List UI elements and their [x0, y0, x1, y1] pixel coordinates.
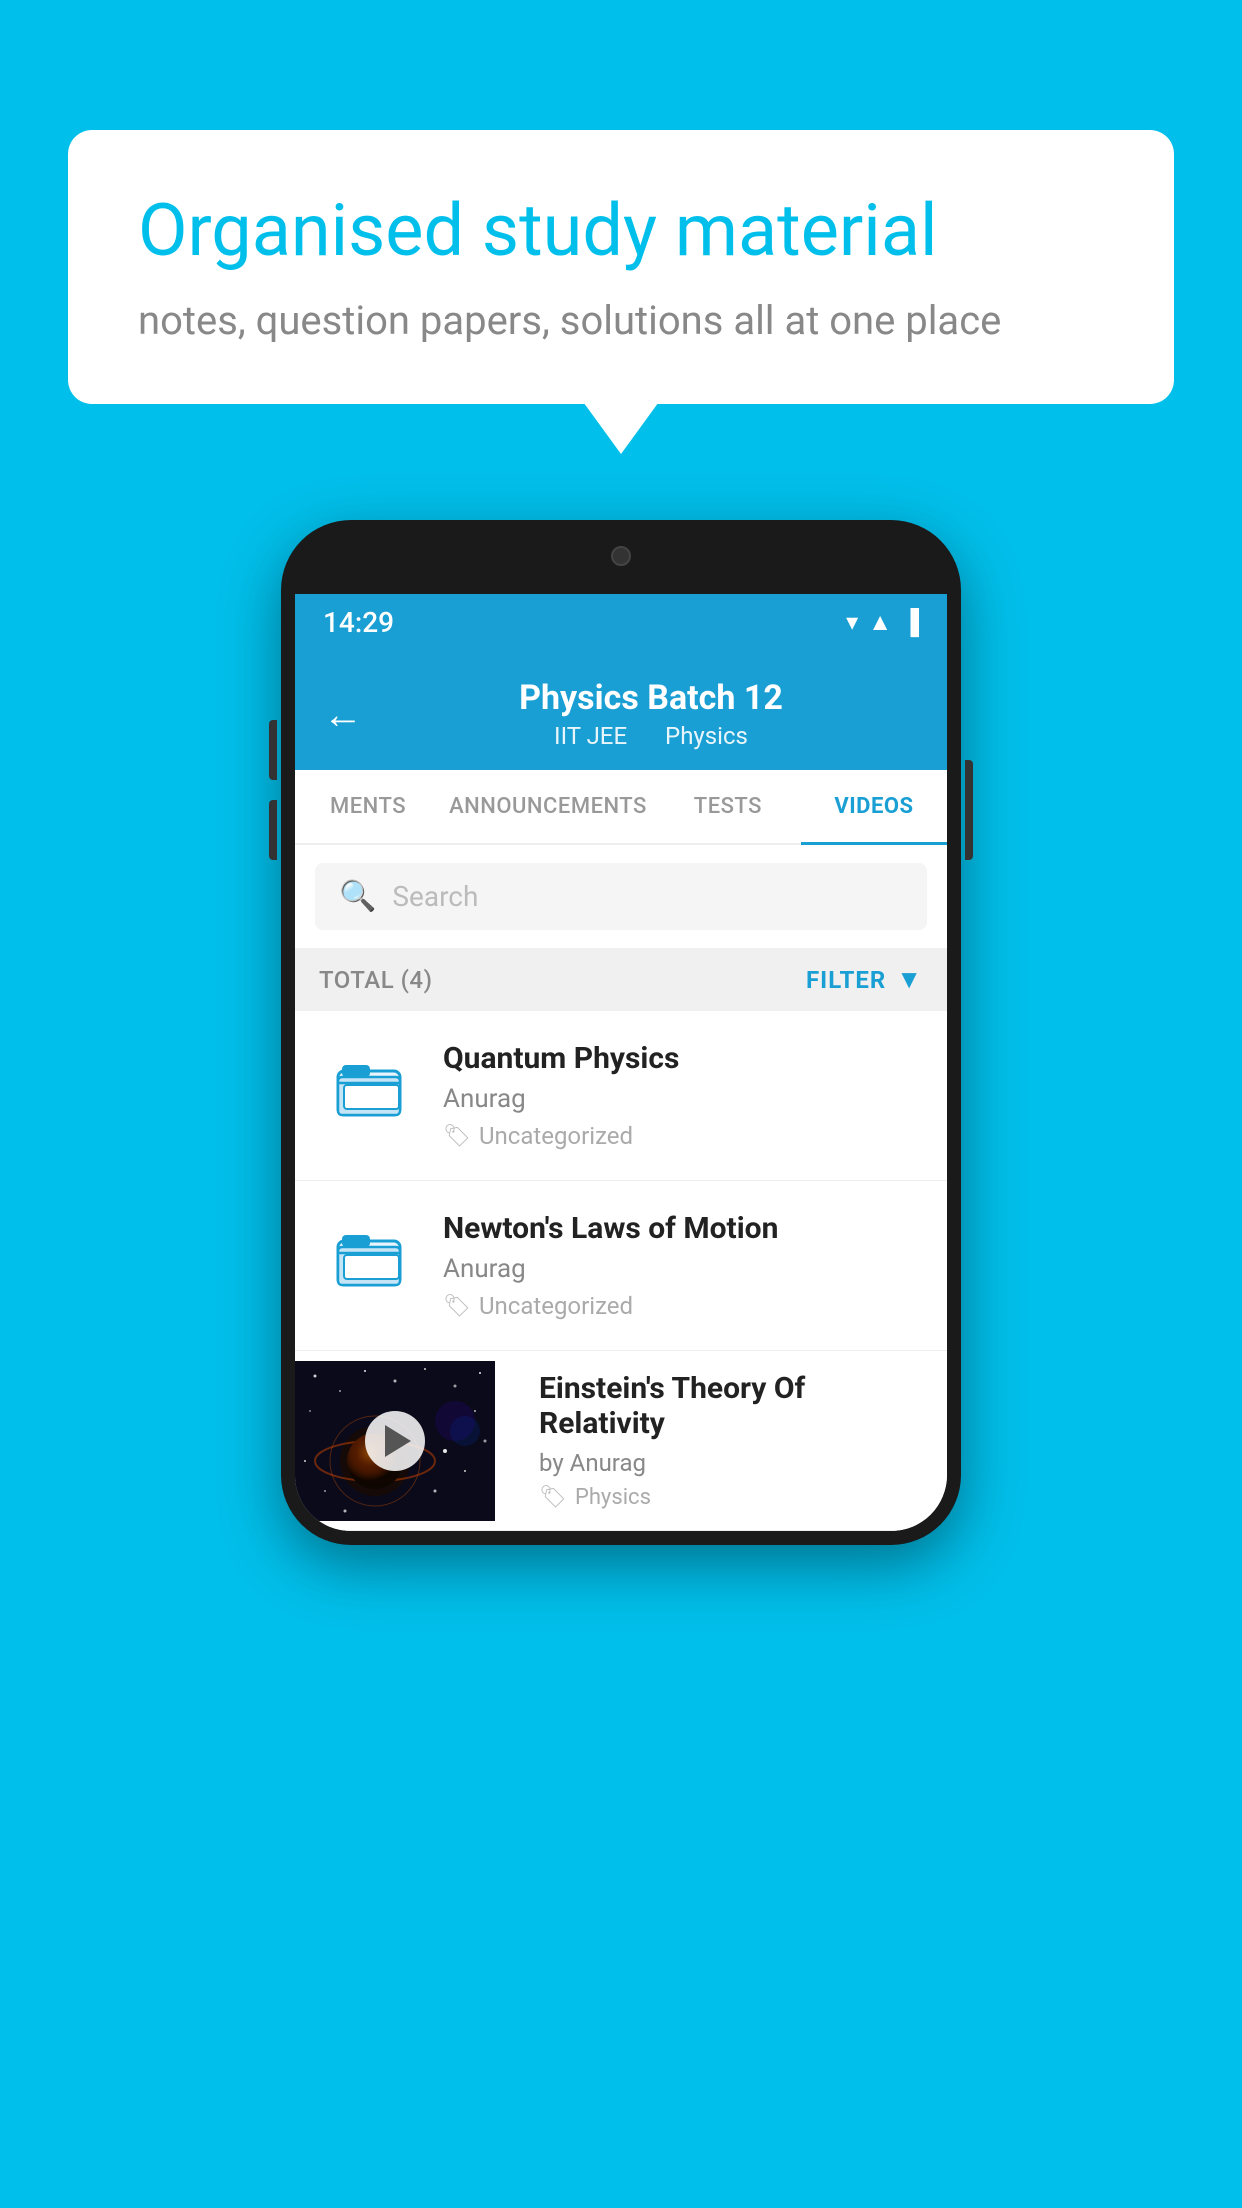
header-title-block: Physics Batch 12 IIT JEE Physics	[383, 678, 919, 750]
video-tag-3: 🏷 Physics	[539, 1485, 927, 1510]
tabs-container: MENTS ANNOUNCEMENTS TESTS VIDEOS	[295, 770, 947, 845]
bubble-subtitle: notes, question papers, solutions all at…	[138, 297, 1104, 344]
video-info-3: Einstein's Theory Of Relativity by Anura…	[519, 1351, 947, 1530]
tab-videos[interactable]: VIDEOS	[801, 770, 947, 843]
volume-up-button	[269, 720, 277, 780]
speech-bubble: Organised study material notes, question…	[68, 130, 1174, 404]
search-bar[interactable]: 🔍 Search	[315, 863, 927, 930]
video-thumb-1	[319, 1056, 419, 1136]
search-container: 🔍 Search	[295, 845, 947, 948]
status-bar: 14:29 ▾ ▲ ▐	[295, 594, 947, 650]
tag-icon: 🏷	[443, 1294, 471, 1319]
filter-button[interactable]: FILTER ▼	[806, 964, 923, 995]
filter-icon: ▼	[896, 964, 923, 995]
list-item[interactable]: Newton's Laws of Motion Anurag 🏷 Uncateg…	[295, 1181, 947, 1351]
video-list: Quantum Physics Anurag 🏷 Uncategorized	[295, 1011, 947, 1531]
tab-ments[interactable]: MENTS	[295, 770, 441, 843]
video-author-2: Anurag	[443, 1254, 923, 1284]
list-item[interactable]: Quantum Physics Anurag 🏷 Uncategorized	[295, 1011, 947, 1181]
tag-icon: 🏷	[443, 1124, 471, 1149]
status-icons: ▾ ▲ ▐	[846, 608, 919, 637]
filter-row: TOTAL (4) FILTER ▼	[295, 948, 947, 1011]
header-subtitle-iit: IIT JEE	[554, 722, 627, 750]
wifi-icon: ▾	[846, 608, 858, 636]
speech-bubble-container: Organised study material notes, question…	[68, 130, 1174, 404]
video-thumbnail-3	[295, 1361, 495, 1521]
video-info-1: Quantum Physics Anurag 🏷 Uncategorized	[443, 1041, 923, 1150]
folder-icon	[334, 1225, 404, 1307]
total-count-label: TOTAL (4)	[319, 966, 432, 994]
video-tag-1: 🏷 Uncategorized	[443, 1122, 923, 1150]
header-subtitle: IIT JEE Physics	[383, 722, 919, 750]
notch	[551, 534, 691, 578]
filter-label: FILTER	[806, 966, 886, 994]
app-header: ← Physics Batch 12 IIT JEE Physics	[295, 650, 947, 770]
video-title-3: Einstein's Theory Of Relativity	[539, 1371, 927, 1441]
bubble-title: Organised study material	[138, 190, 1104, 273]
tab-tests[interactable]: TESTS	[655, 770, 801, 843]
video-thumb-2	[319, 1226, 419, 1306]
tab-announcements[interactable]: ANNOUNCEMENTS	[441, 770, 655, 843]
list-item[interactable]: Einstein's Theory Of Relativity by Anura…	[295, 1351, 947, 1531]
volume-down-button	[269, 800, 277, 860]
video-title-1: Quantum Physics	[443, 1041, 923, 1076]
header-title: Physics Batch 12	[383, 678, 919, 718]
video-tag-2: 🏷 Uncategorized	[443, 1292, 923, 1320]
play-icon	[385, 1425, 411, 1457]
play-button[interactable]	[365, 1411, 425, 1471]
folder-icon	[334, 1055, 404, 1137]
battery-icon: ▐	[902, 608, 919, 637]
search-icon: 🔍	[339, 879, 376, 914]
search-input[interactable]: Search	[392, 880, 478, 913]
front-camera	[611, 546, 631, 566]
video-author-1: Anurag	[443, 1084, 923, 1114]
power-button	[965, 760, 973, 860]
header-subtitle-physics: Physics	[665, 722, 748, 750]
back-button[interactable]: ←	[323, 691, 363, 738]
phone-mockup: 14:29 ▾ ▲ ▐ ← Physics Batch 12 IIT JEE	[281, 520, 961, 1545]
video-author-3: by Anurag	[539, 1449, 927, 1477]
status-time: 14:29	[323, 606, 394, 639]
phone-screen: 14:29 ▾ ▲ ▐ ← Physics Batch 12 IIT JEE	[295, 594, 947, 1531]
video-title-2: Newton's Laws of Motion	[443, 1211, 923, 1246]
tag-icon: 🏷	[539, 1485, 567, 1510]
phone-top-bar	[295, 534, 947, 594]
phone-body: 14:29 ▾ ▲ ▐ ← Physics Batch 12 IIT JEE	[281, 520, 961, 1545]
video-info-2: Newton's Laws of Motion Anurag 🏷 Uncateg…	[443, 1211, 923, 1320]
signal-icon: ▲	[868, 608, 892, 637]
